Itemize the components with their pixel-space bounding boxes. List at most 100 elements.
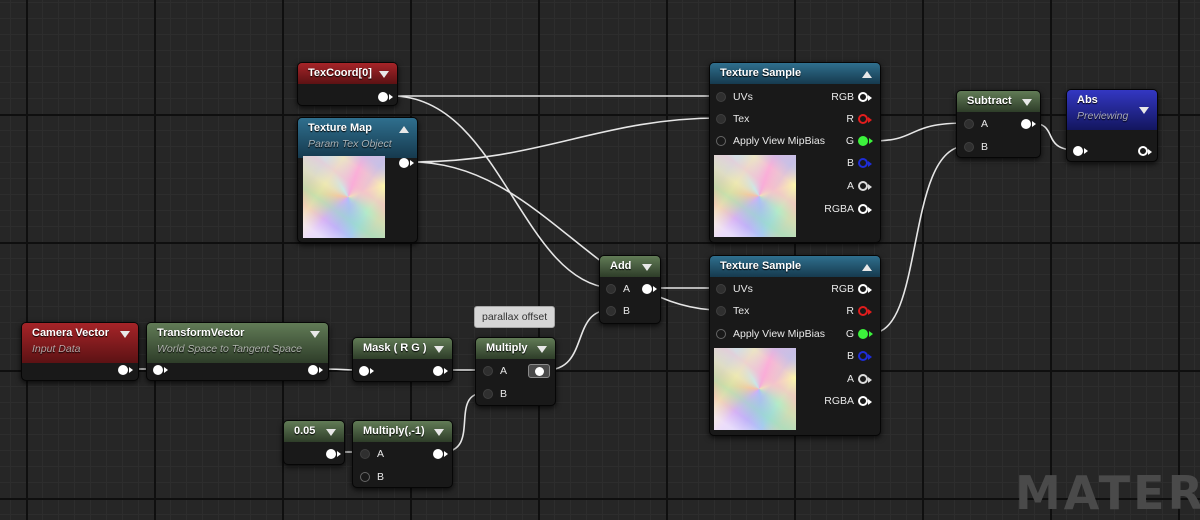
texture-sample-header[interactable]: Texture Sample bbox=[710, 63, 880, 84]
node-subtitle: World Space to Tangent Space bbox=[157, 343, 302, 355]
mask-header[interactable]: Mask ( R G ) bbox=[353, 338, 452, 359]
input-pin-b[interactable] bbox=[360, 472, 370, 482]
multiply-negative-header[interactable]: Multiply(,-1) bbox=[353, 421, 452, 442]
output-pin[interactable] bbox=[433, 366, 448, 376]
texture-sample-node-2[interactable]: Texture Sample UVs Tex Apply View MipBia… bbox=[709, 255, 881, 436]
input-pin-a[interactable] bbox=[483, 366, 493, 376]
texture-map-node[interactable]: Texture Map Param Tex Object bbox=[297, 117, 418, 243]
input-pin-tex[interactable] bbox=[716, 114, 726, 124]
texcoord-node[interactable]: TexCoord[0] bbox=[297, 62, 398, 106]
input-pin-mipbias[interactable] bbox=[716, 136, 726, 146]
multiply-header[interactable]: Multiply bbox=[476, 338, 555, 359]
output-pin-selected[interactable] bbox=[528, 364, 550, 378]
output-pin-a[interactable] bbox=[858, 181, 872, 191]
output-label-rgb: RGB bbox=[831, 91, 854, 103]
input-pin-mipbias[interactable] bbox=[716, 329, 726, 339]
constant-node[interactable]: 0.05 bbox=[283, 420, 345, 465]
collapse-arrow-icon[interactable] bbox=[399, 126, 409, 133]
node-title: Mask ( R G ) bbox=[363, 342, 427, 354]
input-row-mipbias[interactable]: Apply View MipBias bbox=[716, 134, 866, 148]
transform-vector-header[interactable]: TransformVector World Space to Tangent S… bbox=[147, 323, 328, 363]
output-pin[interactable] bbox=[1138, 146, 1152, 156]
output-pin-rgba[interactable] bbox=[858, 396, 872, 406]
collapse-arrow-icon[interactable] bbox=[537, 346, 547, 353]
output-pin-a[interactable] bbox=[858, 374, 872, 384]
output-pin[interactable] bbox=[378, 92, 393, 102]
multiply-negative-node[interactable]: Multiply(,-1) A B bbox=[352, 420, 453, 488]
output-pin[interactable] bbox=[118, 365, 133, 375]
constant-header[interactable]: 0.05 bbox=[284, 421, 344, 442]
wire-sample2-g-to-subtract-b bbox=[871, 145, 967, 334]
input-pin-b[interactable] bbox=[964, 142, 974, 152]
input-label-uvs: UVs bbox=[733, 91, 753, 103]
output-pin-b[interactable] bbox=[858, 158, 872, 168]
comment-bubble[interactable]: parallax offset bbox=[474, 306, 556, 328]
node-title: Subtract bbox=[967, 95, 1012, 107]
input-pin-a[interactable] bbox=[606, 284, 616, 294]
node-title: Multiply(,-1) bbox=[363, 425, 425, 437]
output-pin-rgb[interactable] bbox=[858, 284, 872, 294]
input-pin-a[interactable] bbox=[964, 119, 974, 129]
input-row-mipbias[interactable]: Apply View MipBias bbox=[716, 327, 866, 341]
add-node[interactable]: Add A B bbox=[599, 255, 661, 324]
input-pin-b[interactable] bbox=[606, 306, 616, 316]
texture-map-header[interactable]: Texture Map Param Tex Object bbox=[298, 118, 417, 158]
output-pin-rgb[interactable] bbox=[858, 92, 872, 102]
collapse-arrow-icon[interactable] bbox=[1022, 99, 1032, 106]
output-pin-r[interactable] bbox=[858, 114, 872, 124]
input-pin-b[interactable] bbox=[483, 389, 493, 399]
node-subtitle: Param Tex Object bbox=[308, 138, 392, 150]
input-label-a: A bbox=[623, 283, 631, 295]
output-pin[interactable] bbox=[399, 158, 414, 168]
output-pin[interactable] bbox=[308, 365, 323, 375]
node-title: Camera Vector bbox=[32, 327, 110, 339]
collapse-arrow-icon[interactable] bbox=[862, 71, 872, 78]
mask-node[interactable]: Mask ( R G ) bbox=[352, 337, 453, 382]
collapse-arrow-icon[interactable] bbox=[326, 429, 336, 436]
multiply-node[interactable]: Multiply A B bbox=[475, 337, 556, 406]
input-pin[interactable] bbox=[153, 365, 168, 375]
subtract-node[interactable]: Subtract A B bbox=[956, 90, 1041, 158]
output-label-a: A bbox=[846, 373, 854, 385]
input-pin-uvs[interactable] bbox=[716, 284, 726, 294]
input-row-tex[interactable]: Tex bbox=[716, 304, 866, 318]
abs-node[interactable]: Abs Previewing bbox=[1066, 89, 1158, 162]
collapse-arrow-icon[interactable] bbox=[379, 71, 389, 78]
add-header[interactable]: Add bbox=[600, 256, 660, 277]
collapse-arrow-icon[interactable] bbox=[434, 346, 444, 353]
collapse-arrow-icon[interactable] bbox=[120, 331, 130, 338]
output-pin[interactable] bbox=[326, 449, 341, 459]
wires-layer bbox=[126, 95, 1077, 453]
output-pin[interactable] bbox=[642, 284, 657, 294]
node-title: Abs bbox=[1077, 94, 1098, 106]
collapse-arrow-icon[interactable] bbox=[1139, 107, 1149, 114]
output-pin[interactable] bbox=[1021, 119, 1036, 129]
input-row-tex[interactable]: Tex bbox=[716, 112, 866, 126]
collapse-arrow-icon[interactable] bbox=[862, 264, 872, 271]
input-pin-a[interactable] bbox=[360, 449, 370, 459]
collapse-arrow-icon[interactable] bbox=[434, 429, 444, 436]
collapse-arrow-icon[interactable] bbox=[642, 264, 652, 271]
node-title: TransformVector bbox=[157, 327, 245, 339]
input-pin-tex[interactable] bbox=[716, 306, 726, 316]
node-title: 0.05 bbox=[294, 425, 316, 437]
subtract-header[interactable]: Subtract bbox=[957, 91, 1040, 112]
output-pin-g[interactable] bbox=[858, 329, 873, 339]
output-pin-r[interactable] bbox=[858, 306, 872, 316]
texcoord-header[interactable]: TexCoord[0] bbox=[298, 63, 397, 84]
output-pin-rgba[interactable] bbox=[858, 204, 872, 214]
transform-vector-node[interactable]: TransformVector World Space to Tangent S… bbox=[146, 322, 329, 381]
abs-header[interactable]: Abs Previewing bbox=[1067, 90, 1157, 130]
camera-vector-header[interactable]: Camera Vector Input Data bbox=[22, 323, 138, 363]
input-pin[interactable] bbox=[359, 366, 374, 376]
collapse-arrow-icon[interactable] bbox=[310, 331, 320, 338]
output-pin-g[interactable] bbox=[858, 136, 873, 146]
texture-sample-node-1[interactable]: Texture Sample UVs Tex Apply View MipBia… bbox=[709, 62, 881, 243]
input-pin[interactable] bbox=[1073, 146, 1088, 156]
output-pin-b[interactable] bbox=[858, 351, 872, 361]
input-pin-uvs[interactable] bbox=[716, 92, 726, 102]
camera-vector-node[interactable]: Camera Vector Input Data bbox=[21, 322, 139, 381]
texture-sample-header[interactable]: Texture Sample bbox=[710, 256, 880, 277]
input-label-b: B bbox=[500, 388, 508, 400]
output-pin[interactable] bbox=[433, 449, 448, 459]
